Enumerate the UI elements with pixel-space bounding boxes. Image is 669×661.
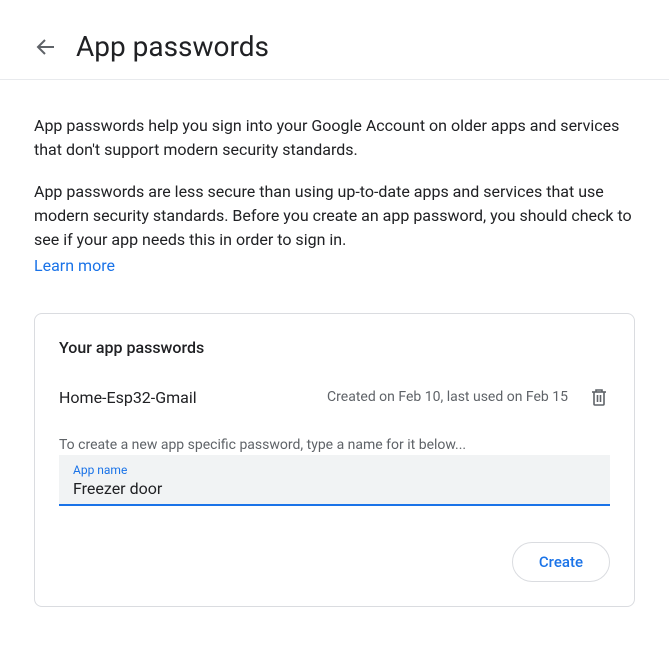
back-arrow-icon[interactable] [34, 35, 58, 59]
app-password-row: Home-Esp32-Gmail Created on Feb 10, last… [59, 387, 610, 407]
button-row: Create [59, 542, 610, 582]
app-password-name: Home-Esp32-Gmail [59, 388, 197, 407]
app-passwords-card: Your app passwords Home-Esp32-Gmail Crea… [34, 313, 635, 607]
page-header: App passwords [0, 0, 669, 80]
description-paragraph-2: App passwords are less secure than using… [34, 180, 635, 252]
card-title: Your app passwords [59, 338, 610, 357]
page-title: App passwords [76, 30, 269, 63]
app-name-input-wrap[interactable]: App name [59, 455, 610, 506]
create-hint: To create a new app specific password, t… [59, 437, 610, 453]
app-name-input[interactable] [73, 479, 596, 498]
app-password-meta: Created on Feb 10, last used on Feb 15 [197, 389, 568, 405]
app-name-input-label: App name [73, 463, 596, 477]
learn-more-link[interactable]: Learn more [34, 256, 115, 275]
trash-icon[interactable] [590, 387, 610, 407]
create-button[interactable]: Create [512, 542, 610, 582]
description-paragraph-1: App passwords help you sign into your Go… [34, 114, 635, 162]
content-area: App passwords help you sign into your Go… [0, 80, 669, 607]
